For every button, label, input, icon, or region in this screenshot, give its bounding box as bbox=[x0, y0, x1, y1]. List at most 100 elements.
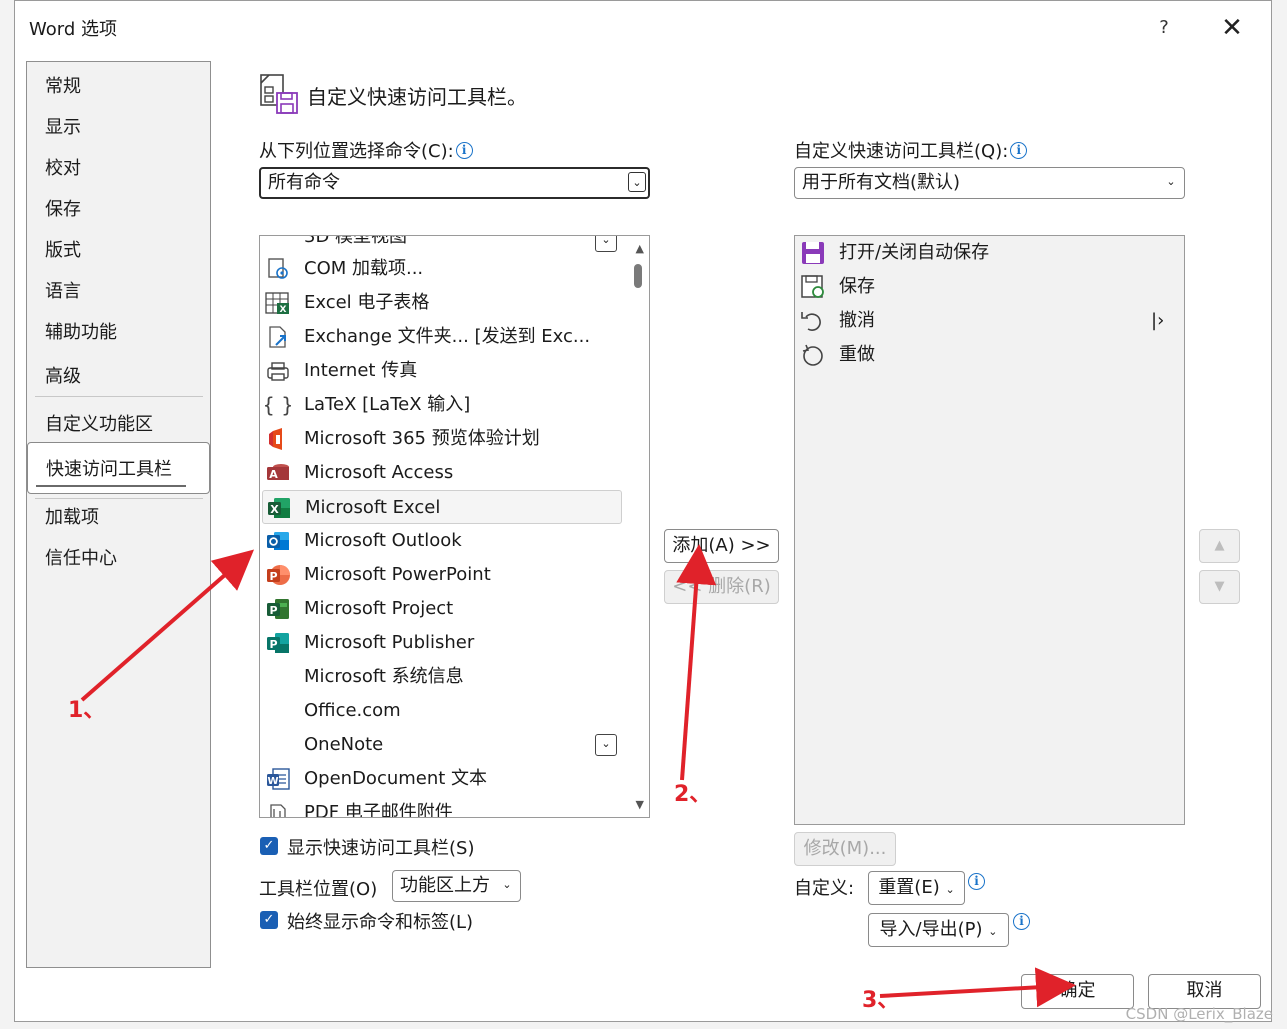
list-item-label: Excel 电子表格 bbox=[304, 292, 430, 313]
list-item-label: LaTeX [LaTeX 输入] bbox=[304, 394, 471, 415]
scroll-up-icon[interactable]: ▲ bbox=[636, 242, 644, 255]
list-item[interactable]: Office.com bbox=[262, 694, 622, 728]
ok-button[interactable]: 确定 bbox=[1021, 974, 1134, 1009]
chevron-down-icon: ⌄ bbox=[1166, 175, 1176, 188]
nav-item-advanced[interactable]: 高级 bbox=[45, 362, 81, 388]
outlook-icon bbox=[267, 532, 289, 550]
import-export-button[interactable]: 导入/导出(P) ⌄ bbox=[868, 913, 1009, 947]
list-item[interactable]: COM 加载项... bbox=[262, 252, 622, 286]
list-item[interactable]: 打开/关闭自动保存 bbox=[797, 236, 1157, 270]
move-up-button[interactable]: ▲ bbox=[1199, 529, 1240, 563]
scrollbar-thumb[interactable] bbox=[634, 264, 642, 288]
svg-text:W: W bbox=[267, 776, 278, 787]
list-item[interactable]: Internet 传真 bbox=[262, 354, 622, 388]
list-item-label: 打开/关闭自动保存 bbox=[839, 242, 990, 263]
nav-item-language[interactable]: 语言 bbox=[45, 277, 81, 303]
title-bar: Word 选项 ? ✕ bbox=[15, 1, 1271, 51]
list-item-label: Exchange 文件夹... [发送到 Exc... bbox=[304, 326, 591, 347]
qat-commands-list[interactable]: 打开/关闭自动保存 保存 撤消 |› 重做 bbox=[794, 235, 1185, 825]
list-item[interactable]: A Microsoft Access bbox=[262, 456, 622, 490]
expand-icon[interactable]: ⌄ bbox=[595, 236, 617, 252]
submenu-chevron-icon[interactable]: |› bbox=[1151, 304, 1164, 338]
customize-qat-text: 自定义快速访问工具栏(Q): bbox=[794, 141, 1009, 162]
autosave-icon bbox=[802, 242, 824, 264]
office-icon bbox=[269, 428, 282, 450]
nav-item-display[interactable]: 显示 bbox=[45, 113, 81, 139]
list-item[interactable]: Microsoft 系统信息 bbox=[262, 660, 622, 694]
add-button[interactable]: 添加(A) >> bbox=[664, 529, 779, 563]
list-item[interactable]: 保存 bbox=[797, 270, 1157, 304]
svg-text:A: A bbox=[269, 468, 278, 481]
list-item[interactable]: { } LaTeX [LaTeX 输入] bbox=[262, 388, 622, 422]
info-icon[interactable]: i bbox=[968, 873, 985, 890]
qat-scope-combo[interactable]: 用于所有文档(默认) ⌄ bbox=[794, 167, 1185, 199]
list-item[interactable]: Microsoft 365 预览体验计划 bbox=[262, 422, 622, 456]
list-item[interactable]: Exchange 文件夹... [发送到 Exc... bbox=[262, 320, 622, 354]
scroll-down-icon[interactable]: ▼ bbox=[636, 798, 644, 811]
list-item-label: 重做 bbox=[839, 344, 875, 365]
watermark: CSDN @Lerix_Blaze bbox=[1125, 1005, 1273, 1023]
nav-item-quick-access-toolbar[interactable]: 快速访问工具栏 bbox=[27, 442, 210, 494]
list-item[interactable]: W OpenDocument 文本 bbox=[262, 762, 622, 796]
chevron-down-icon: ⌄ bbox=[502, 878, 512, 891]
nav-item-proofing[interactable]: 校对 bbox=[45, 154, 81, 180]
nav-item-addins[interactable]: 加载项 bbox=[45, 503, 99, 529]
list-item-label: OpenDocument 文本 bbox=[304, 768, 488, 789]
nav-item-customize-ribbon[interactable]: 自定义功能区 bbox=[45, 410, 153, 436]
list-item[interactable]: P Microsoft Project bbox=[262, 592, 622, 626]
annotation-3: 3、 bbox=[862, 988, 900, 1013]
move-down-button[interactable]: ▼ bbox=[1199, 570, 1240, 604]
nav-item-label: 快速访问工具栏 bbox=[46, 459, 172, 480]
list-item[interactable]: OneNote bbox=[262, 728, 622, 762]
info-icon[interactable]: i bbox=[1013, 913, 1030, 930]
publisher-icon: P bbox=[267, 633, 289, 653]
selection-underline bbox=[36, 485, 186, 487]
reset-button[interactable]: 重置(E) ⌄ bbox=[868, 871, 965, 905]
combo-value: 功能区上方 bbox=[400, 875, 490, 896]
list-item[interactable]: 撤消 |› bbox=[797, 304, 1164, 338]
commands-list[interactable]: 3D 模型视图 ⌄ COM 加载项... X Excel 电子表格 Exchan… bbox=[259, 235, 650, 818]
always-show-labels-label: 始终显示命令和标签(L) bbox=[287, 912, 474, 933]
info-icon[interactable]: i bbox=[1010, 142, 1028, 159]
list-item-label: OneNote bbox=[304, 734, 384, 755]
redo-icon bbox=[802, 344, 823, 366]
chevron-down-icon: ⌄ bbox=[945, 883, 955, 896]
list-item[interactable]: X Excel 电子表格 bbox=[262, 286, 622, 320]
nav-item-trust-center[interactable]: 信任中心 bbox=[45, 544, 117, 570]
list-item-selected[interactable]: X Microsoft Excel bbox=[262, 490, 622, 524]
list-item[interactable]: 重做 bbox=[797, 338, 1157, 372]
dialog-title: Word 选项 bbox=[29, 19, 117, 40]
always-show-labels-checkbox[interactable]: ✓ bbox=[260, 911, 278, 929]
list-item-label: Microsoft 365 预览体验计划 bbox=[304, 428, 540, 449]
combo-value: 所有命令 bbox=[268, 172, 340, 193]
nav-item-save[interactable]: 保存 bbox=[45, 195, 81, 221]
modify-button[interactable]: 修改(M)... bbox=[794, 832, 896, 866]
nav-item-accessibility[interactable]: 辅助功能 bbox=[45, 318, 117, 344]
show-qat-checkbox[interactable]: ✓ bbox=[260, 837, 278, 855]
nav-item-layout[interactable]: 版式 bbox=[45, 236, 81, 262]
help-button[interactable]: ? bbox=[1149, 13, 1179, 43]
cancel-button[interactable]: 取消 bbox=[1148, 974, 1261, 1009]
list-item[interactable]: Microsoft Outlook bbox=[262, 524, 622, 558]
page-title: 自定义快速访问工具栏。 bbox=[307, 85, 527, 109]
list-item-label: PDF 电子邮件附件 bbox=[304, 802, 453, 818]
list-item[interactable]: PDF 电子邮件附件 bbox=[262, 796, 622, 818]
remove-button[interactable]: << 删除(R) bbox=[664, 570, 779, 604]
close-button[interactable]: ✕ bbox=[1215, 11, 1249, 45]
combo-value: 用于所有文档(默认) bbox=[802, 172, 961, 193]
choose-commands-combo[interactable]: 所有命令 ⌄ bbox=[259, 167, 650, 199]
exchange-icon bbox=[269, 326, 286, 348]
info-icon[interactable]: i bbox=[455, 142, 473, 159]
list-item-label: 撤消 bbox=[839, 310, 875, 331]
expand-icon[interactable]: ⌄ bbox=[595, 734, 617, 756]
save-icon bbox=[801, 275, 824, 298]
toolbar-position-combo[interactable]: 功能区上方 ⌄ bbox=[392, 870, 521, 902]
list-item[interactable]: P Microsoft Publisher bbox=[262, 626, 622, 660]
nav-item-general[interactable]: 常规 bbox=[45, 72, 81, 98]
svg-text:X: X bbox=[280, 305, 287, 315]
list-item[interactable]: P Microsoft PowerPoint bbox=[262, 558, 622, 592]
excel-icon: X bbox=[268, 498, 290, 518]
fax-icon bbox=[267, 362, 289, 381]
com-addin-icon bbox=[268, 258, 288, 279]
options-nav: 常规 显示 校对 保存 版式 语言 辅助功能 高级 自定义功能区 快速访问工具栏… bbox=[26, 61, 211, 968]
